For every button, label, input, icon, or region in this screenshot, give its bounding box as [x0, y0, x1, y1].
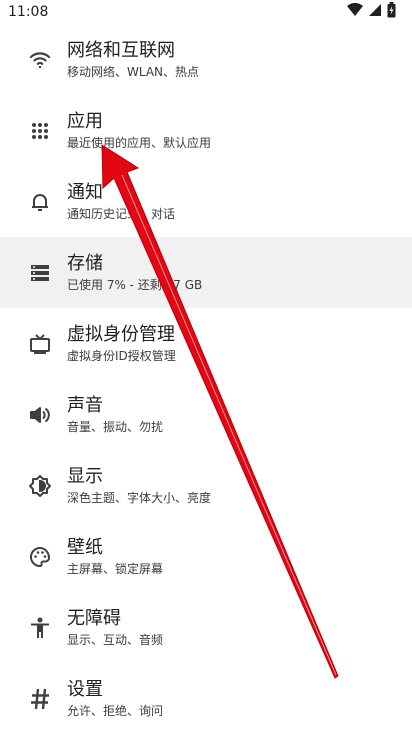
wifi-icon	[347, 2, 363, 21]
settings-item-virtual-identity[interactable]: 虚拟身份管理 虚拟身份ID授权管理	[0, 308, 412, 379]
settings-item-subtitle: 通知历史记录、对话	[67, 206, 176, 221]
settings-item-storage[interactable]: 存储 已使用 7% - 还剩 27 GB	[0, 237, 412, 308]
settings-item-subtitle: 允许、拒绝、询问	[67, 703, 164, 718]
apps-grid-icon	[27, 118, 53, 144]
storage-icon	[27, 260, 53, 286]
wifi-icon	[27, 47, 53, 73]
settings-item-title: 应用	[67, 110, 103, 132]
palette-icon	[27, 544, 53, 570]
settings-item-title: 显示	[67, 465, 103, 487]
accessibility-icon	[27, 615, 53, 641]
settings-item-sound[interactable]: 声音 音量、振动、勿扰	[0, 379, 412, 450]
signal-icon	[369, 3, 381, 21]
tv-icon	[27, 331, 53, 357]
status-time: 11:08	[8, 4, 49, 20]
battery-icon	[387, 2, 396, 22]
settings-item-subtitle: 显示、互动、音频	[67, 632, 164, 647]
settings-item-title: 声音	[67, 394, 103, 416]
brightness-icon	[27, 473, 53, 499]
settings-item-title: 通知	[67, 181, 103, 203]
settings-item-apps[interactable]: 应用 最近使用的应用、默认应用	[0, 95, 412, 166]
settings-item-title: 网络和互联网	[67, 39, 175, 61]
status-icons	[347, 2, 396, 22]
settings-item-title: 设置	[67, 678, 103, 700]
settings-item-title: 虚拟身份管理	[67, 323, 175, 345]
hash-icon	[27, 686, 53, 712]
settings-item-accessibility[interactable]: 无障碍 显示、互动、音频	[0, 592, 412, 663]
settings-item-display[interactable]: 显示 深色主题、字体大小、亮度	[0, 450, 412, 521]
status-bar: 11:08	[0, 0, 412, 24]
settings-item-subtitle: 主屏幕、锁定屏幕	[67, 561, 164, 576]
settings-item-subtitle: 音量、振动、勿扰	[67, 419, 164, 434]
settings-item-notifications[interactable]: 通知 通知历史记录、对话	[0, 166, 412, 237]
settings-item-title: 壁纸	[67, 536, 103, 558]
bell-icon	[27, 189, 53, 215]
settings-item-title: 无障碍	[67, 607, 121, 629]
settings-item-wallpaper[interactable]: 壁纸 主屏幕、锁定屏幕	[0, 521, 412, 592]
settings-item-subtitle: 已使用 7% - 还剩 27 GB	[67, 277, 203, 292]
settings-item-subtitle: 深色主题、字体大小、亮度	[67, 490, 212, 505]
settings-item-title: 存储	[67, 252, 103, 274]
settings-item-subtitle: 移动网络、WLAN、热点	[67, 64, 200, 79]
speaker-icon	[27, 402, 53, 428]
settings-list: 网络和互联网 移动网络、WLAN、热点 应用 最近使用的应用、默认应用 通知 通…	[0, 24, 412, 734]
settings-item-subtitle: 最近使用的应用、默认应用	[67, 135, 212, 150]
settings-item-network[interactable]: 网络和互联网 移动网络、WLAN、热点	[0, 24, 412, 95]
settings-item-permissions[interactable]: 设置 允许、拒绝、询问	[0, 663, 412, 734]
settings-item-subtitle: 虚拟身份ID授权管理	[67, 348, 176, 363]
